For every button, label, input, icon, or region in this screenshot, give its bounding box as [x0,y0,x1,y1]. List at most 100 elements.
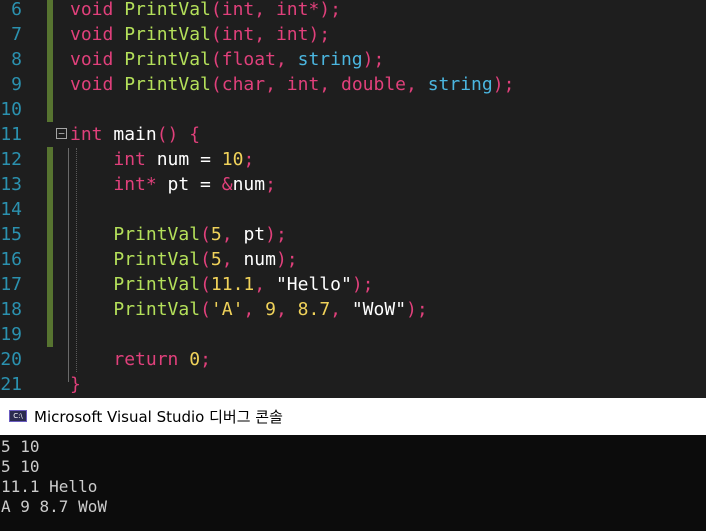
code-token: , [275,49,298,70]
change-marker [47,272,53,297]
line-number: 6 [11,0,22,20]
line-number: 10 [0,99,22,120]
console-window-title: Microsoft Visual Studio 디버그 콘솔 [34,408,283,426]
code-token: , [406,74,428,95]
code-token: ( [210,74,222,95]
code-token: void [70,49,125,70]
code-token: ); [362,49,385,70]
code-token: void [70,24,125,45]
line-number: 15 [0,224,22,245]
console-title-bar[interactable]: C:\ Microsoft Visual Studio 디버그 콘솔 [0,398,706,435]
code-text: int* pt = &num; [70,172,276,197]
code-line[interactable]: 6 void PrintVal(int, int*); [0,0,706,22]
code-text: void PrintVal(int, int*); [70,0,341,22]
code-token: PrintVal [124,24,211,45]
code-token: main [113,124,157,145]
code-token: PrintVal [113,274,201,295]
code-token: ( [200,224,211,245]
code-token: float [221,49,276,70]
code-line[interactable]: 15 PrintVal(5, pt); [0,222,706,247]
change-marker [47,247,53,272]
code-line[interactable]: 21} [0,372,706,397]
console-output-line: 11.1 Hello [1,477,98,496]
console-output-line: 5 10 [1,437,40,456]
collapse-toggle-icon[interactable]: − [56,128,67,139]
line-number: 12 [0,149,22,170]
code-line[interactable]: 16 PrintVal(5, num); [0,247,706,272]
code-token: , [330,299,352,320]
code-token: , [221,249,244,270]
code-token: pt [243,224,266,245]
code-token: ; [265,174,276,195]
code-line[interactable]: 14 [0,197,706,222]
code-token: 10 [221,149,244,170]
code-token: 9 [265,299,276,320]
code-token: "WoW" [351,299,407,320]
code-line[interactable]: 10 [0,97,706,122]
code-line[interactable]: 18 PrintVal('A', 9, 8.7, "WoW"); [0,297,706,322]
change-marker [47,172,53,197]
code-line[interactable]: 8 void PrintVal(float, string); [0,47,706,72]
change-marker [47,0,53,22]
code-token: , [319,74,341,95]
code-text: void PrintVal(int, int); [70,22,330,47]
code-text: PrintVal(5, num); [70,247,297,272]
code-token: PrintVal [113,224,201,245]
console-output[interactable]: 5 10 5 10 11.1 Hello A 9 8.7 WoW [0,435,706,531]
code-token: string [297,49,363,70]
code-token: int [275,24,309,45]
line-number: 19 [0,324,22,345]
code-token: "Hello" [275,274,352,295]
code-token: 'A' [210,299,244,320]
code-text: } [70,372,81,397]
code-token: ( [200,274,211,295]
code-token: pt = [167,174,222,195]
code-token: 5 [210,249,222,270]
code-token: ); [351,274,374,295]
code-token: ; [243,149,255,170]
code-line[interactable]: 11 − int main() { [0,122,706,147]
code-token: , [265,74,287,95]
code-token: } [70,374,81,395]
code-line[interactable]: 19 [0,322,706,347]
line-number: 14 [0,199,22,220]
code-token: char [221,74,266,95]
code-token: PrintVal [124,74,211,95]
console-output-line: 5 10 [1,457,40,476]
code-line[interactable]: 7 void PrintVal(int, int); [0,22,706,47]
code-line[interactable]: 9 void PrintVal(char, int, double, string… [0,72,706,97]
code-token: , [254,24,276,45]
code-token: , [254,274,276,295]
code-token: double [340,74,407,95]
code-line[interactable]: 12 int num = 10; [0,147,706,172]
code-token: int [221,24,255,45]
code-line[interactable]: 17 PrintVal(11.1, "Hello"); [0,272,706,297]
code-line[interactable]: 13 int* pt = &num; [0,172,706,197]
code-token: int [221,0,255,20]
line-number: 17 [0,274,22,295]
line-number: 20 [0,349,22,370]
code-token: ); [319,0,341,20]
code-token: ); [265,224,287,245]
change-marker [47,22,53,47]
code-token: ( [200,249,211,270]
line-number: 9 [11,74,22,95]
code-token: PrintVal [113,299,201,320]
line-number: 7 [11,24,22,45]
line-number: 21 [0,374,22,395]
code-editor[interactable]: 6 void PrintVal(int, int*); 7 void PrintVal… [0,0,706,398]
code-token: , [254,0,276,20]
code-line[interactable]: 20 return 0; [0,347,706,372]
line-number: 13 [0,174,22,195]
code-token: PrintVal [124,49,211,70]
code-token: , [243,299,266,320]
console-output-line: A 9 8.7 WoW [1,497,107,516]
code-text: return 0; [70,347,211,372]
code-text: void PrintVal(char, int, double, string)… [70,72,514,97]
code-token: ( [210,0,222,20]
change-marker [47,197,53,222]
code-text: void PrintVal(float, string); [70,47,384,72]
